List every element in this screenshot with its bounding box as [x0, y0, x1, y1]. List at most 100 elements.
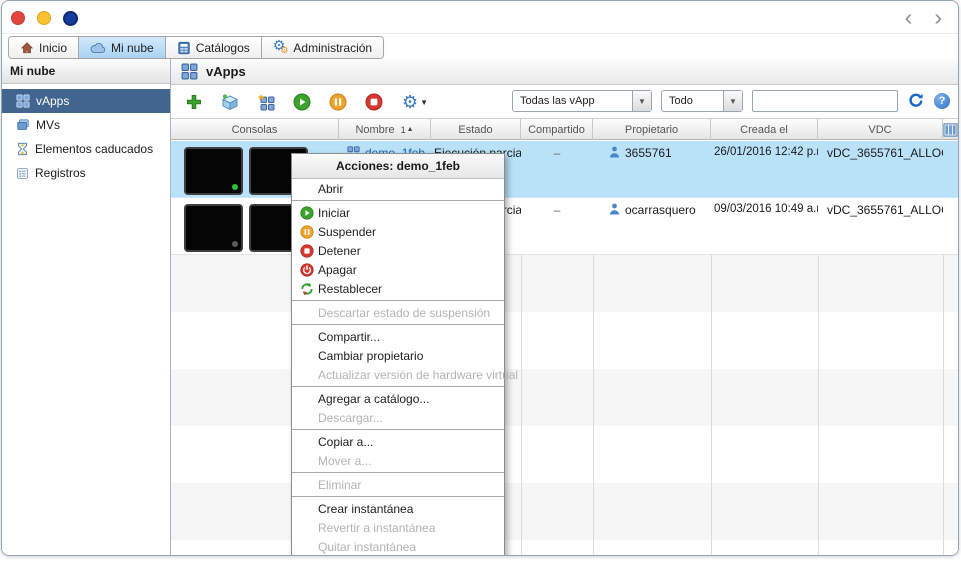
- column-selector-button[interactable]: [943, 119, 958, 140]
- tab-catalogos[interactable]: Catálogos: [166, 37, 262, 58]
- cloud-icon: [90, 42, 106, 54]
- column-header-nombre[interactable]: Nombre 1▲: [339, 119, 431, 140]
- vms-icon: [16, 118, 30, 132]
- menu-separator: [292, 300, 504, 301]
- user-icon: [609, 203, 620, 215]
- shared-cell: –: [521, 141, 593, 197]
- scope-filter-select[interactable]: Todo ▼: [661, 90, 743, 112]
- catalog-icon: [177, 41, 191, 55]
- menu-separator: [292, 324, 504, 325]
- gears-icon: ⚙⚙: [273, 38, 289, 57]
- menu-item-quitar-instantanea: Quitar instantánea: [292, 537, 504, 556]
- console-thumbnail[interactable]: [184, 147, 243, 195]
- vapp-filter-select[interactable]: Todas las vApp ▼: [512, 90, 652, 112]
- menu-item-mover: Mover a...: [292, 451, 504, 470]
- column-header-estado[interactable]: Estado: [431, 119, 521, 140]
- menu-item-abrir[interactable]: Abrir: [292, 179, 504, 198]
- created-cell: 09/03/2016 10:49 a.m: [711, 198, 818, 254]
- menu-item-cambiar-propietario[interactable]: Cambiar propietario: [292, 346, 504, 365]
- menu-item-revertir-instantanea: Revertir a instantánea: [292, 518, 504, 537]
- search-input[interactable]: [752, 90, 898, 112]
- menu-item-detener[interactable]: Detener: [292, 241, 504, 260]
- table-row[interactable]: demo_1feb Ejecución parcial – 3655761 26: [171, 141, 958, 198]
- add-vapp-button[interactable]: [183, 91, 205, 113]
- vapps-icon: [181, 63, 198, 80]
- tab-inicio[interactable]: Inicio: [9, 37, 79, 58]
- menu-separator: [292, 472, 504, 473]
- chevron-down-icon: ▼: [420, 98, 428, 107]
- columns-icon: [943, 123, 958, 137]
- sidebar-item-vapps[interactable]: vApps: [2, 89, 170, 113]
- main-nav: Inicio Mi nube Catálogos ⚙⚙ Administraci…: [2, 34, 958, 60]
- close-window-icon[interactable]: [11, 11, 25, 25]
- context-menu: Acciones: demo_1feb Abrir Iniciar Suspen…: [291, 153, 505, 556]
- build-vapp-button[interactable]: [219, 91, 241, 113]
- back-icon[interactable]: ‹: [905, 2, 913, 32]
- sidebar-item-label: Elementos caducados: [35, 142, 153, 156]
- vapp-filter-value: Todas las vApp: [513, 91, 632, 111]
- menu-item-iniciar[interactable]: Iniciar: [292, 203, 504, 222]
- chevron-down-icon: ▼: [723, 91, 742, 111]
- tab-label: Inicio: [39, 41, 67, 55]
- sidebar-item-elementos-caducados[interactable]: Elementos caducados: [2, 137, 170, 161]
- column-header-vdc[interactable]: VDC: [818, 119, 943, 140]
- new-vapp-button[interactable]: [255, 91, 277, 113]
- table-row[interactable]: Ejecución parcial – ocarrasquero 09/03/2…: [171, 198, 958, 255]
- menu-separator: [292, 429, 504, 430]
- menu-item-apagar[interactable]: Apagar: [292, 260, 504, 279]
- menu-item-crear-instantanea[interactable]: Crear instantánea: [292, 499, 504, 518]
- menu-item-descargar: Descargar...: [292, 408, 504, 427]
- tab-administracion[interactable]: ⚙⚙ Administración: [262, 37, 383, 58]
- empty-row: [171, 369, 958, 426]
- context-menu-title: Acciones: demo_1feb: [292, 154, 504, 179]
- menu-item-copiar[interactable]: Copiar a...: [292, 432, 504, 451]
- column-header-compartido[interactable]: Compartido: [521, 119, 593, 140]
- build-vapp-icon: [221, 93, 239, 111]
- new-vapp-icon: [258, 94, 275, 111]
- actions-menu-button[interactable]: ⚙ ▼: [399, 91, 431, 113]
- suspend-button[interactable]: [327, 91, 349, 113]
- tab-label: Administración: [293, 41, 372, 55]
- table-header: Consolas Nombre 1▲ Estado Compartido Pro…: [171, 118, 958, 140]
- console-thumbnail[interactable]: [184, 204, 243, 252]
- gear-menu-icon: ⚙: [402, 95, 418, 109]
- menu-separator: [292, 386, 504, 387]
- tab-mi-nube[interactable]: Mi nube: [79, 37, 166, 58]
- home-icon: [20, 41, 34, 55]
- empty-row: [171, 540, 958, 556]
- sidebar-item-registros[interactable]: Registros: [2, 161, 170, 185]
- empty-row: [171, 426, 958, 483]
- start-button[interactable]: [291, 91, 313, 113]
- empty-row: [171, 312, 958, 369]
- menu-item-suspender[interactable]: Suspender: [292, 222, 504, 241]
- sidebar: Mi nube vApps MVs Elementos caducados Re…: [2, 59, 171, 555]
- reset-icon: [300, 282, 314, 296]
- sidebar-item-label: MVs: [36, 118, 60, 132]
- scope-filter-value: Todo: [662, 91, 723, 111]
- menu-item-agregar-catalogo[interactable]: Agregar a catálogo...: [292, 389, 504, 408]
- toolbar: ⚙ ▼ Todas las vApp ▼ Todo ▼ ?: [171, 85, 958, 118]
- help-button[interactable]: ?: [934, 93, 950, 109]
- menu-separator: [292, 200, 504, 201]
- pause-icon: [329, 93, 347, 111]
- vdc-link[interactable]: vDC_3655761_ALLOC0: [827, 203, 943, 217]
- menu-item-restablecer[interactable]: Restablecer: [292, 279, 504, 298]
- minimize-window-icon[interactable]: [37, 11, 51, 25]
- sidebar-item-label: Registros: [35, 166, 86, 180]
- column-header-consolas[interactable]: Consolas: [171, 119, 339, 140]
- forward-icon[interactable]: ›: [934, 2, 942, 32]
- stop-button[interactable]: [363, 91, 385, 113]
- column-header-creada-el[interactable]: Creada el: [711, 119, 818, 140]
- column-header-propietario[interactable]: Propietario: [593, 119, 711, 140]
- status-dot: [232, 184, 238, 190]
- sidebar-item-mvs[interactable]: MVs: [2, 113, 170, 137]
- hourglass-icon: [16, 142, 29, 156]
- empty-row: [171, 255, 958, 312]
- vdc-link[interactable]: vDC_3655761_ALLOC0: [827, 146, 943, 160]
- title-bar: ‹ ›: [2, 1, 958, 34]
- refresh-button[interactable]: [907, 90, 925, 112]
- menu-item-compartir[interactable]: Compartir...: [292, 327, 504, 346]
- shared-cell: –: [521, 198, 593, 254]
- zoom-window-icon[interactable]: [63, 11, 78, 26]
- help-icon: ?: [939, 95, 946, 107]
